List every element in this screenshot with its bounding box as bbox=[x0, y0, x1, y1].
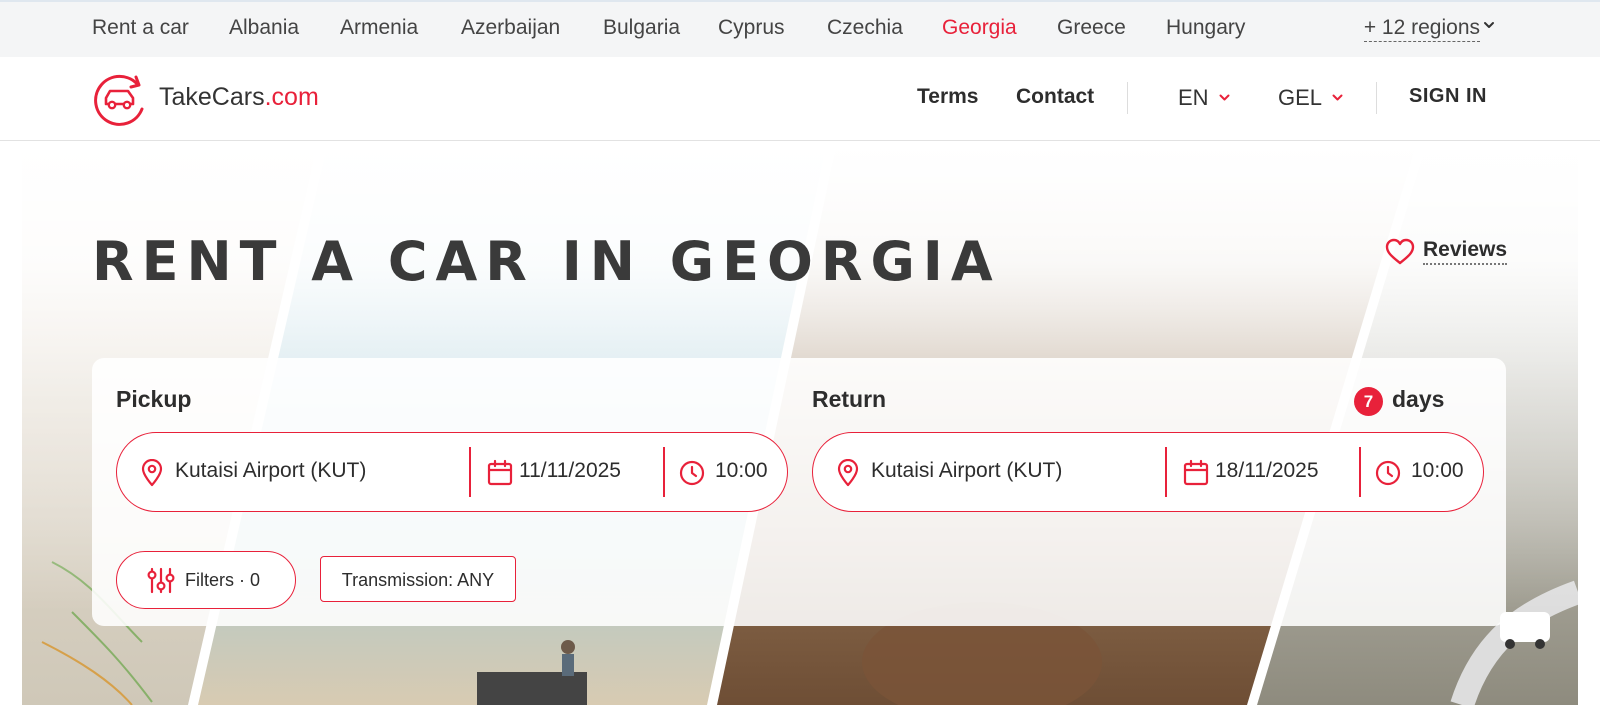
logo-domain: .com bbox=[264, 83, 319, 111]
region-link-georgia[interactable]: Georgia bbox=[942, 16, 1017, 40]
region-link-albania[interactable]: Albania bbox=[229, 16, 299, 40]
search-panel: Pickup Return 7 days Kutaisi Airport (KU… bbox=[92, 358, 1506, 626]
filters-label: Filters · 0 bbox=[185, 570, 261, 590]
return-location-field[interactable]: Kutaisi Airport (KUT) bbox=[813, 433, 1163, 510]
calendar-icon bbox=[1183, 459, 1209, 486]
logo-name: TakeCars bbox=[159, 83, 265, 111]
region-link-bulgaria[interactable]: Bulgaria bbox=[603, 16, 680, 40]
language-selector[interactable]: EN bbox=[1178, 85, 1209, 111]
pickup-time-value: 10:00 bbox=[715, 459, 768, 482]
car-logo-icon[interactable] bbox=[92, 71, 148, 127]
return-time-value: 10:00 bbox=[1411, 459, 1464, 482]
heart-icon bbox=[1385, 238, 1415, 265]
pickup-date-field[interactable]: 11/11/2025 bbox=[471, 433, 661, 510]
pickup-field-group: Kutaisi Airport (KUT) 11/11/2025 10:00 bbox=[116, 432, 788, 512]
nav-contact-link[interactable]: Contact bbox=[1016, 85, 1094, 109]
transmission-filter-chip[interactable]: Transmission: ANY bbox=[320, 556, 516, 602]
regions-bar: Rent a car Albania Armenia Azerbaijan Bu… bbox=[0, 0, 1600, 57]
pickup-time-field[interactable]: 10:00 bbox=[665, 433, 787, 510]
header-divider bbox=[1127, 82, 1128, 114]
chevron-down-icon bbox=[1219, 94, 1230, 101]
days-label: days bbox=[1392, 386, 1445, 412]
region-link-rent-a-car[interactable]: Rent a car bbox=[92, 16, 189, 40]
clock-icon bbox=[1375, 460, 1401, 486]
currency-selector[interactable]: GEL bbox=[1278, 85, 1322, 111]
return-date-field[interactable]: 18/11/2025 bbox=[1167, 433, 1357, 510]
filters-button[interactable]: Filters · 0 bbox=[116, 551, 296, 609]
pickup-date-value: 11/11/2025 bbox=[519, 459, 621, 482]
return-field-group: Kutaisi Airport (KUT) 18/11/2025 10:00 bbox=[812, 432, 1484, 512]
location-pin-icon bbox=[837, 459, 859, 487]
chevron-down-icon bbox=[1332, 94, 1343, 101]
region-link-azerbaijan[interactable]: Azerbaijan bbox=[461, 16, 560, 40]
hero-section: RENT A CAR IN GEORGIA Reviews Pickup Ret… bbox=[0, 142, 1600, 705]
more-regions-dropdown[interactable]: + 12 regions bbox=[1363, 16, 1480, 42]
calendar-icon bbox=[487, 459, 513, 486]
transmission-label: Transmission: ANY bbox=[341, 570, 495, 590]
region-link-cyprus[interactable]: Cyprus bbox=[718, 16, 785, 40]
sliders-icon bbox=[147, 567, 175, 594]
location-pin-icon bbox=[141, 459, 163, 487]
region-link-czechia[interactable]: Czechia bbox=[827, 16, 903, 40]
page-title: RENT A CAR IN GEORGIA bbox=[92, 230, 1001, 293]
return-location-value: Kutaisi Airport (KUT) bbox=[871, 459, 1063, 482]
reviews-label: Reviews bbox=[1423, 238, 1508, 265]
pickup-location-value: Kutaisi Airport (KUT) bbox=[175, 459, 367, 482]
return-label: Return bbox=[812, 386, 887, 412]
chevron-down-icon bbox=[1484, 22, 1494, 28]
sign-in-button[interactable]: SIGN IN bbox=[1409, 85, 1487, 108]
region-link-greece[interactable]: Greece bbox=[1057, 16, 1126, 40]
rental-duration: 7 days bbox=[1354, 384, 1454, 416]
return-time-field[interactable]: 10:00 bbox=[1361, 433, 1483, 510]
site-header: TakeCars.com Terms Contact EN GEL SIGN I… bbox=[0, 57, 1600, 141]
region-link-armenia[interactable]: Armenia bbox=[340, 16, 418, 40]
return-date-value: 18/11/2025 bbox=[1215, 459, 1319, 482]
region-link-hungary[interactable]: Hungary bbox=[1166, 16, 1245, 40]
header-divider bbox=[1376, 82, 1377, 114]
nav-terms-link[interactable]: Terms bbox=[917, 85, 978, 109]
logo-wordmark[interactable]: TakeCars.com bbox=[159, 83, 319, 112]
pickup-label: Pickup bbox=[116, 386, 192, 412]
clock-icon bbox=[679, 460, 705, 486]
days-count-badge: 7 bbox=[1354, 387, 1383, 416]
pickup-location-field[interactable]: Kutaisi Airport (KUT) bbox=[117, 433, 467, 510]
